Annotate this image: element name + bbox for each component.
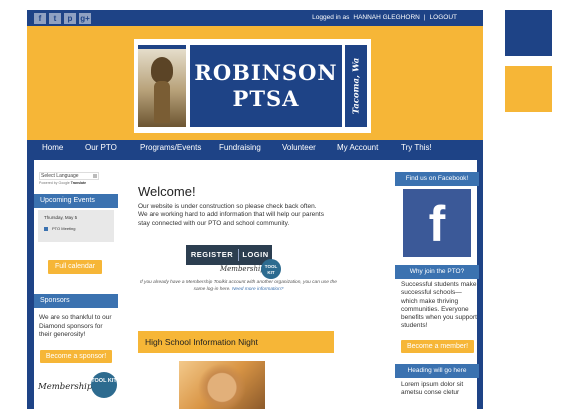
pinterest-icon[interactable]: p	[64, 13, 76, 24]
logo-title-block: ROBINSON PTSA	[190, 45, 342, 127]
main-content: Welcome! Our website is under constructi…	[138, 160, 368, 409]
sponsors-heading: Sponsors	[34, 294, 118, 308]
existing-account-note: If you already have a Membership Toolkit…	[138, 280, 339, 293]
language-select[interactable]: Select Language	[39, 172, 99, 180]
site-frame: f t p g+ Logged in as HANNAH GLEGHORN | …	[27, 10, 483, 409]
register-label[interactable]: REGISTER	[186, 245, 238, 265]
logo-band	[138, 45, 186, 49]
navy-color-swatch	[505, 10, 552, 56]
nav-my-account[interactable]: My Account	[337, 143, 378, 152]
toolkit-badge-small: TOOL KIT	[261, 259, 281, 279]
language-select-label: Select Language	[41, 173, 79, 179]
nav-our-pto[interactable]: Our PTO	[85, 143, 117, 152]
nav-home[interactable]: Home	[42, 143, 63, 152]
google-label: Google	[58, 181, 70, 185]
upcoming-events-heading: Upcoming Events	[34, 194, 118, 208]
translate-link[interactable]: Translate	[71, 181, 86, 185]
left-sidebar: Select Language Powered by Google Transl…	[34, 160, 122, 409]
calendar-event-label: PTO Meeting	[52, 226, 76, 231]
calendar-day: Thursday, May 5	[44, 215, 78, 220]
nav-programs-events[interactable]: Programs/Events	[140, 143, 201, 152]
membership-script-text: Membership	[38, 382, 93, 392]
content-area: Select Language Powered by Google Transl…	[34, 160, 479, 409]
logo-location-text: Tacoma, Wa	[351, 57, 362, 115]
page: { "social": ["f", "t", "p", "g+"], "logi…	[0, 0, 565, 409]
membership-script-small: Membership	[220, 265, 265, 273]
why-join-text: Successful students make successful scho…	[401, 281, 477, 330]
logged-in-label: Logged in as	[312, 14, 350, 21]
translate-powered-by: Powered by Google Translate	[39, 181, 86, 185]
logo-line-2: PTSA	[232, 86, 300, 111]
toolkit-badge: TOOL KIT	[91, 372, 117, 398]
powered-by-label: Powered by	[39, 181, 58, 185]
why-join-heading: Why join the PTO?	[395, 265, 479, 279]
login-separator: |	[423, 14, 426, 21]
logo-line-1: ROBINSON	[194, 60, 338, 85]
students-photo	[179, 361, 265, 409]
event-bullet-icon	[44, 227, 48, 231]
calendar-widget: Thursday, May 5 PTO Meeting	[38, 210, 114, 242]
header-banner: ROBINSON PTSA Tacoma, Wa	[27, 26, 483, 140]
top-bar: f t p g+ Logged in as HANNAH GLEGHORN | …	[27, 10, 483, 26]
high-school-info-banner[interactable]: High School Information Night	[138, 331, 334, 353]
facebook-heading: Find us on Facebook!	[395, 172, 479, 186]
full-calendar-button[interactable]: Full calendar	[48, 260, 102, 274]
user-name[interactable]: HANNAH GLEGHORN	[353, 14, 419, 21]
become-member-button[interactable]: Become a member!	[401, 340, 474, 353]
main-nav: Home Our PTO Programs/Events Fundraising…	[27, 140, 483, 157]
become-sponsor-button[interactable]: Become a sponsor!	[40, 350, 112, 363]
social-icons: f t p g+	[34, 13, 91, 24]
heading-placeholder: Heading will go here	[395, 364, 479, 378]
right-sidebar: Find us on Facebook! f Why join the PTO?…	[395, 160, 479, 409]
intro-text: Our website is under construction so ple…	[138, 203, 324, 227]
welcome-heading: Welcome!	[138, 184, 196, 199]
logout-link[interactable]: LOGOUT	[430, 14, 457, 21]
facebook-logo[interactable]: f	[403, 189, 471, 257]
mascot-statue-photo	[138, 45, 186, 127]
gold-color-swatch	[505, 66, 552, 112]
membership-toolkit-logo[interactable]: Membership TOOL KIT	[38, 372, 118, 402]
google-plus-icon[interactable]: g+	[79, 13, 91, 24]
login-status: Logged in as HANNAH GLEGHORN | LOGOUT	[312, 14, 457, 21]
lorem-text: Lorem ipsum dolor sit ametsu conse cletu…	[401, 381, 464, 397]
dropdown-arrow-icon	[93, 174, 97, 178]
nav-try-this[interactable]: Try This!	[401, 143, 432, 152]
logo-location: Tacoma, Wa	[345, 45, 367, 127]
nav-fundraising[interactable]: Fundraising	[219, 143, 261, 152]
more-information-link[interactable]: Need more information?	[232, 287, 283, 292]
facebook-icon[interactable]: f	[34, 13, 46, 24]
twitter-icon[interactable]: t	[49, 13, 61, 24]
facebook-f-icon: f	[428, 196, 446, 252]
register-login-button[interactable]: REGISTER LOGIN	[186, 245, 272, 265]
nav-volunteer[interactable]: Volunteer	[282, 143, 316, 152]
calendar-event[interactable]: PTO Meeting	[44, 226, 76, 231]
site-logo[interactable]: ROBINSON PTSA Tacoma, Wa	[134, 39, 371, 133]
sponsors-text: We are so thankful to our Diamond sponso…	[39, 314, 112, 338]
